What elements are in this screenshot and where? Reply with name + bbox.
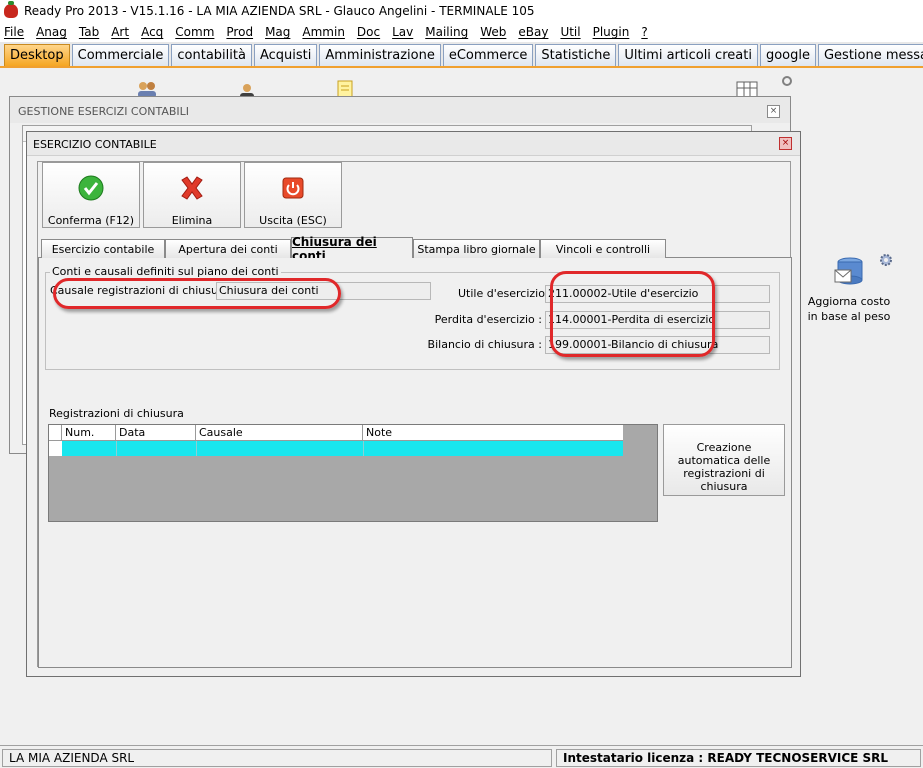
registrazioni-grid: Num. Data Causale Note — [48, 424, 658, 522]
menu-comm[interactable]: Comm — [175, 25, 214, 39]
menu-art[interactable]: Art — [111, 25, 129, 39]
menu-tab[interactable]: Tab — [79, 25, 99, 39]
menu-lav[interactable]: Lav — [392, 25, 413, 39]
grid-indicator-header — [49, 425, 62, 441]
tab-google[interactable]: google — [759, 44, 816, 66]
check-icon — [78, 175, 104, 201]
menu-util[interactable]: Util — [560, 25, 580, 39]
tab-gestione-messaggi[interactable]: Gestione messaggi — [817, 44, 923, 66]
auto-registrations-button[interactable]: Creazione automatica delle registrazioni… — [663, 424, 785, 496]
conti-annotation — [550, 271, 715, 357]
delete-x-icon — [179, 175, 205, 201]
dialog-close-button[interactable]: × — [779, 137, 792, 150]
confirm-label: Conferma (F12) — [47, 214, 135, 227]
menu-doc[interactable]: Doc — [357, 25, 380, 39]
tab-contabilita[interactable]: contabilità — [171, 44, 252, 66]
menu-help[interactable]: ? — [641, 25, 647, 39]
dialog-title: ESERCIZIO CONTABILE — [27, 132, 800, 156]
menu-ebay[interactable]: eBay — [518, 25, 548, 39]
bilancio-label: Bilancio di chiusura : — [427, 338, 542, 351]
menu-mag[interactable]: Mag — [265, 25, 290, 39]
main-tab-bar: Desktop Commerciale contabilità Acquisti… — [0, 42, 923, 68]
gear-icon — [880, 254, 892, 266]
title-bar: Ready Pro 2013 - V15.1.16 - LA MIA AZIEN… — [0, 0, 923, 22]
dialog-panel: Conferma (F12) Elimina Uscita (ESC) Eser… — [37, 161, 792, 668]
tab-ultimi-articoli[interactable]: Ultimi articoli creati — [618, 44, 758, 66]
desktop-shortcut-label[interactable]: Aggiorna costo in base al peso — [806, 294, 892, 324]
background-close-button[interactable]: × — [767, 105, 780, 118]
delete-button[interactable]: Elimina — [143, 162, 241, 228]
tab-esercizio-contabile[interactable]: Esercizio contabile — [41, 239, 165, 258]
grid-header: Num. Data Causale Note — [49, 425, 623, 441]
col-data[interactable]: Data — [116, 425, 196, 441]
dialog-subtabs: Esercizio contabile Apertura dei conti C… — [38, 235, 792, 263]
col-note[interactable]: Note — [363, 425, 623, 441]
menu-anag[interactable]: Anag — [36, 25, 67, 39]
menu-file[interactable]: File — [4, 25, 24, 39]
tab-commerciale[interactable]: Commerciale — [71, 44, 170, 66]
esercizio-contabile-dialog: ESERCIZIO CONTABILE × Conferma (F12) Eli… — [26, 131, 801, 677]
causale-annotation — [53, 278, 341, 309]
group-title: Conti e causali definiti sul piano dei c… — [50, 265, 281, 278]
table-row[interactable] — [49, 441, 623, 456]
status-bar: LA MIA AZIENDA SRL Intestatario licenza … — [0, 745, 923, 768]
menu-web[interactable]: Web — [480, 25, 506, 39]
menu-bar: File Anag Tab Art Acq Comm Prod Mag Ammi… — [0, 22, 923, 42]
utile-label: Utile d'esercizio : — [458, 287, 553, 300]
registrazioni-label: Registrazioni di chiusura — [49, 407, 184, 420]
tab-amministrazione[interactable]: Amministrazione — [319, 44, 441, 66]
tab-ecommerce[interactable]: eCommerce — [442, 44, 534, 66]
exit-label: Uscita (ESC) — [259, 214, 327, 227]
chiusura-conti-content: Conti e causali definiti sul piano dei c… — [38, 258, 792, 668]
menu-ammin[interactable]: Ammin — [302, 25, 345, 39]
power-icon — [280, 175, 306, 201]
menu-prod[interactable]: Prod — [226, 25, 253, 39]
delete-label: Elimina — [171, 214, 213, 227]
confirm-button[interactable]: Conferma (F12) — [42, 162, 140, 228]
tab-stampa-libro-giornale[interactable]: Stampa libro giornale — [413, 239, 540, 258]
database-update-icon[interactable] — [834, 256, 868, 288]
tab-apertura-conti[interactable]: Apertura dei conti — [165, 239, 291, 258]
exit-button[interactable]: Uscita (ESC) — [244, 162, 342, 228]
selected-row-highlight — [62, 441, 623, 456]
window-title: Ready Pro 2013 - V15.1.16 - LA MIA AZIEN… — [24, 4, 535, 18]
tab-acquisti[interactable]: Acquisti — [253, 44, 318, 66]
gestione-esercizi-title: GESTIONE ESERCIZI CONTABILI — [10, 97, 790, 123]
col-num[interactable]: Num. — [62, 425, 116, 441]
menu-plugin[interactable]: Plugin — [593, 25, 630, 39]
tab-chiusura-conti[interactable]: Chiusura dei conti — [291, 235, 413, 263]
status-company: LA MIA AZIENDA SRL — [2, 749, 552, 767]
strawberry-app-icon — [4, 1, 18, 18]
small-gear-icon — [782, 76, 792, 86]
tab-desktop[interactable]: Desktop — [4, 44, 70, 66]
col-causale[interactable]: Causale — [196, 425, 363, 441]
menu-acq[interactable]: Acq — [141, 25, 163, 39]
status-license: Intestatario licenza : READY TECNOSERVIC… — [556, 749, 921, 767]
menu-mailing[interactable]: Mailing — [425, 25, 468, 39]
tab-vincoli-controlli[interactable]: Vincoli e controlli — [540, 239, 666, 258]
tab-statistiche[interactable]: Statistiche — [535, 44, 617, 66]
perdita-label: Perdita d'esercizio : — [434, 313, 542, 326]
